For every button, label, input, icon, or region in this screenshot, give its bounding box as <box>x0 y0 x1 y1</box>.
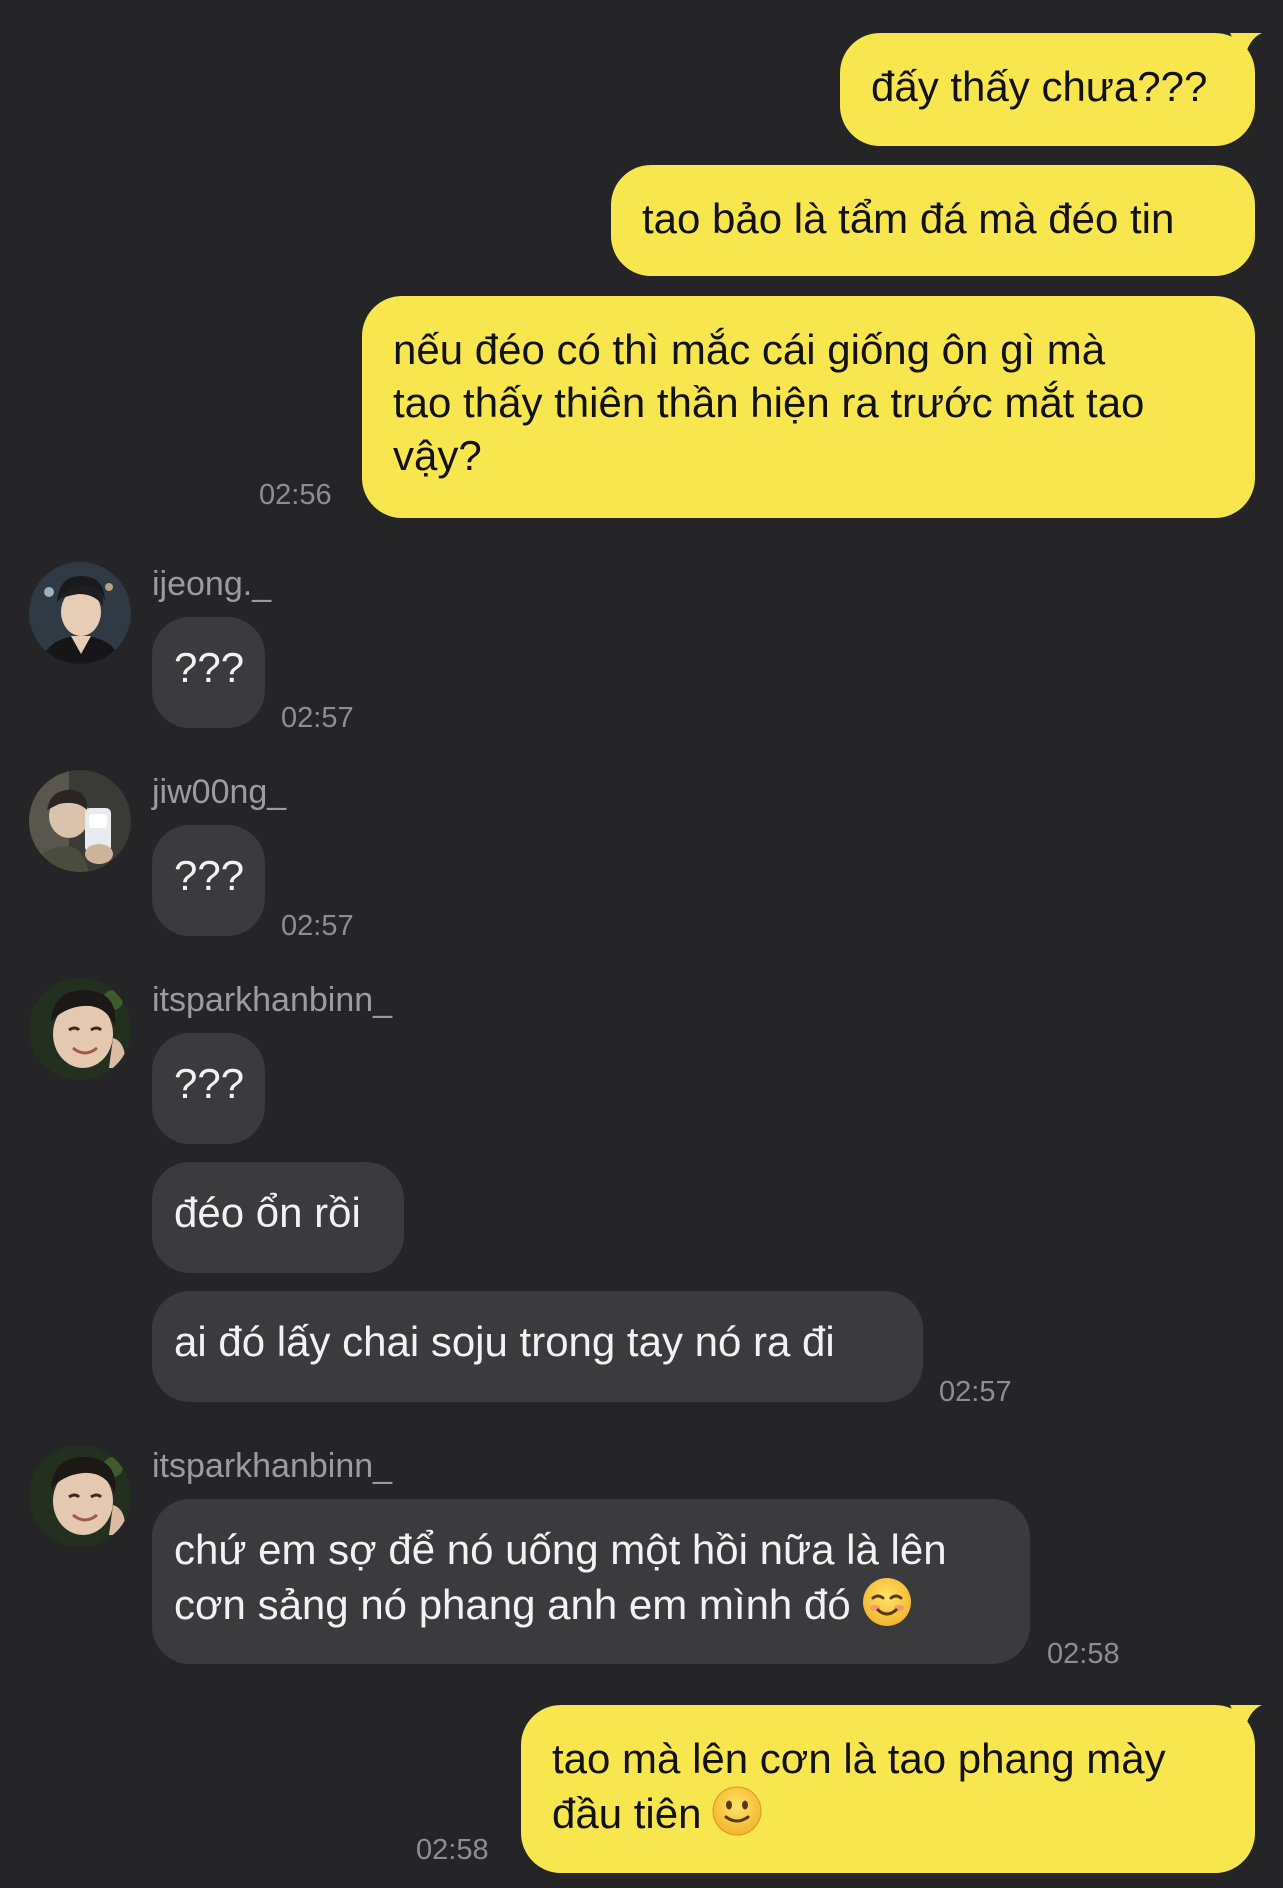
bubble-tail <box>1230 33 1262 61</box>
message-text: đấy thấy chưa??? <box>871 63 1208 110</box>
message-line: vậy? <box>393 432 482 479</box>
message-text: đéo ổn rồi <box>174 1189 361 1236</box>
outgoing-message-bubble[interactable]: tao mà lên cơn là tao phang mày đầu tiên <box>521 1705 1255 1873</box>
slightly-smiling-face-icon <box>711 1785 763 1849</box>
avatar-photo-icon <box>29 1445 131 1547</box>
message-text: ??? <box>174 852 245 899</box>
incoming-message-bubble[interactable]: ??? <box>152 825 265 936</box>
message-line: nếu đéo có thì mắc cái giống ôn gì mà <box>393 326 1106 373</box>
message-timestamp: 02:58 <box>416 1834 489 1866</box>
incoming-message-bubble[interactable]: ??? <box>152 617 265 728</box>
smiling-face-icon <box>861 1576 913 1640</box>
avatar-photo-icon <box>29 978 131 1080</box>
message-timestamp: 02:57 <box>281 910 354 942</box>
message-timestamp: 02:56 <box>259 479 332 511</box>
avatar-photo-icon <box>29 770 131 872</box>
message-timestamp: 02:57 <box>281 702 354 734</box>
avatar-photo-icon <box>29 562 131 664</box>
avatar[interactable] <box>29 978 131 1080</box>
outgoing-message-bubble[interactable]: nếu đéo có thì mắc cái giống ôn gì mà ta… <box>362 296 1255 518</box>
sender-username[interactable]: itsparkhanbinn_ <box>152 1446 392 1486</box>
avatar[interactable] <box>29 1445 131 1547</box>
incoming-message-bubble[interactable]: ai đó lấy chai soju trong tay nó ra đi <box>152 1291 923 1402</box>
message-line-text: đầu tiên <box>552 1790 702 1838</box>
message-line-text: cơn sảng nó phang anh em mình đó <box>174 1581 851 1629</box>
avatar[interactable] <box>29 562 131 664</box>
sender-username[interactable]: jiw00ng_ <box>152 772 286 812</box>
avatar[interactable] <box>29 770 131 872</box>
incoming-message-bubble[interactable]: chứ em sợ để nó uống một hồi nữa là lên … <box>152 1499 1030 1664</box>
outgoing-message-bubble[interactable]: đấy thấy chưa??? <box>840 33 1255 146</box>
message-timestamp: 02:57 <box>939 1376 1012 1408</box>
sender-username[interactable]: ijeong._ <box>152 564 271 604</box>
message-line: cơn sảng nó phang anh em mình đó <box>174 1576 1008 1640</box>
message-line: đầu tiên <box>552 1785 1225 1849</box>
message-text: tao bảo là tẩm đá mà đéo tin <box>642 195 1175 242</box>
message-text: ??? <box>174 1060 245 1107</box>
message-line: tao thấy thiên thần hiện ra trước mắt ta… <box>393 379 1145 426</box>
bubble-tail <box>1230 1705 1262 1733</box>
incoming-message-bubble[interactable]: ??? <box>152 1033 265 1144</box>
message-line: chứ em sợ để nó uống một hồi nữa là lên <box>174 1526 947 1573</box>
incoming-message-bubble[interactable]: đéo ổn rồi <box>152 1162 404 1273</box>
message-line: tao mà lên cơn là tao phang mày <box>552 1735 1166 1782</box>
message-text: ??? <box>174 644 245 691</box>
outgoing-message-bubble[interactable]: tao bảo là tẩm đá mà đéo tin <box>611 165 1255 276</box>
message-text: ai đó lấy chai soju trong tay nó ra đi <box>174 1318 835 1365</box>
message-timestamp: 02:58 <box>1047 1638 1120 1670</box>
sender-username[interactable]: itsparkhanbinn_ <box>152 980 392 1020</box>
